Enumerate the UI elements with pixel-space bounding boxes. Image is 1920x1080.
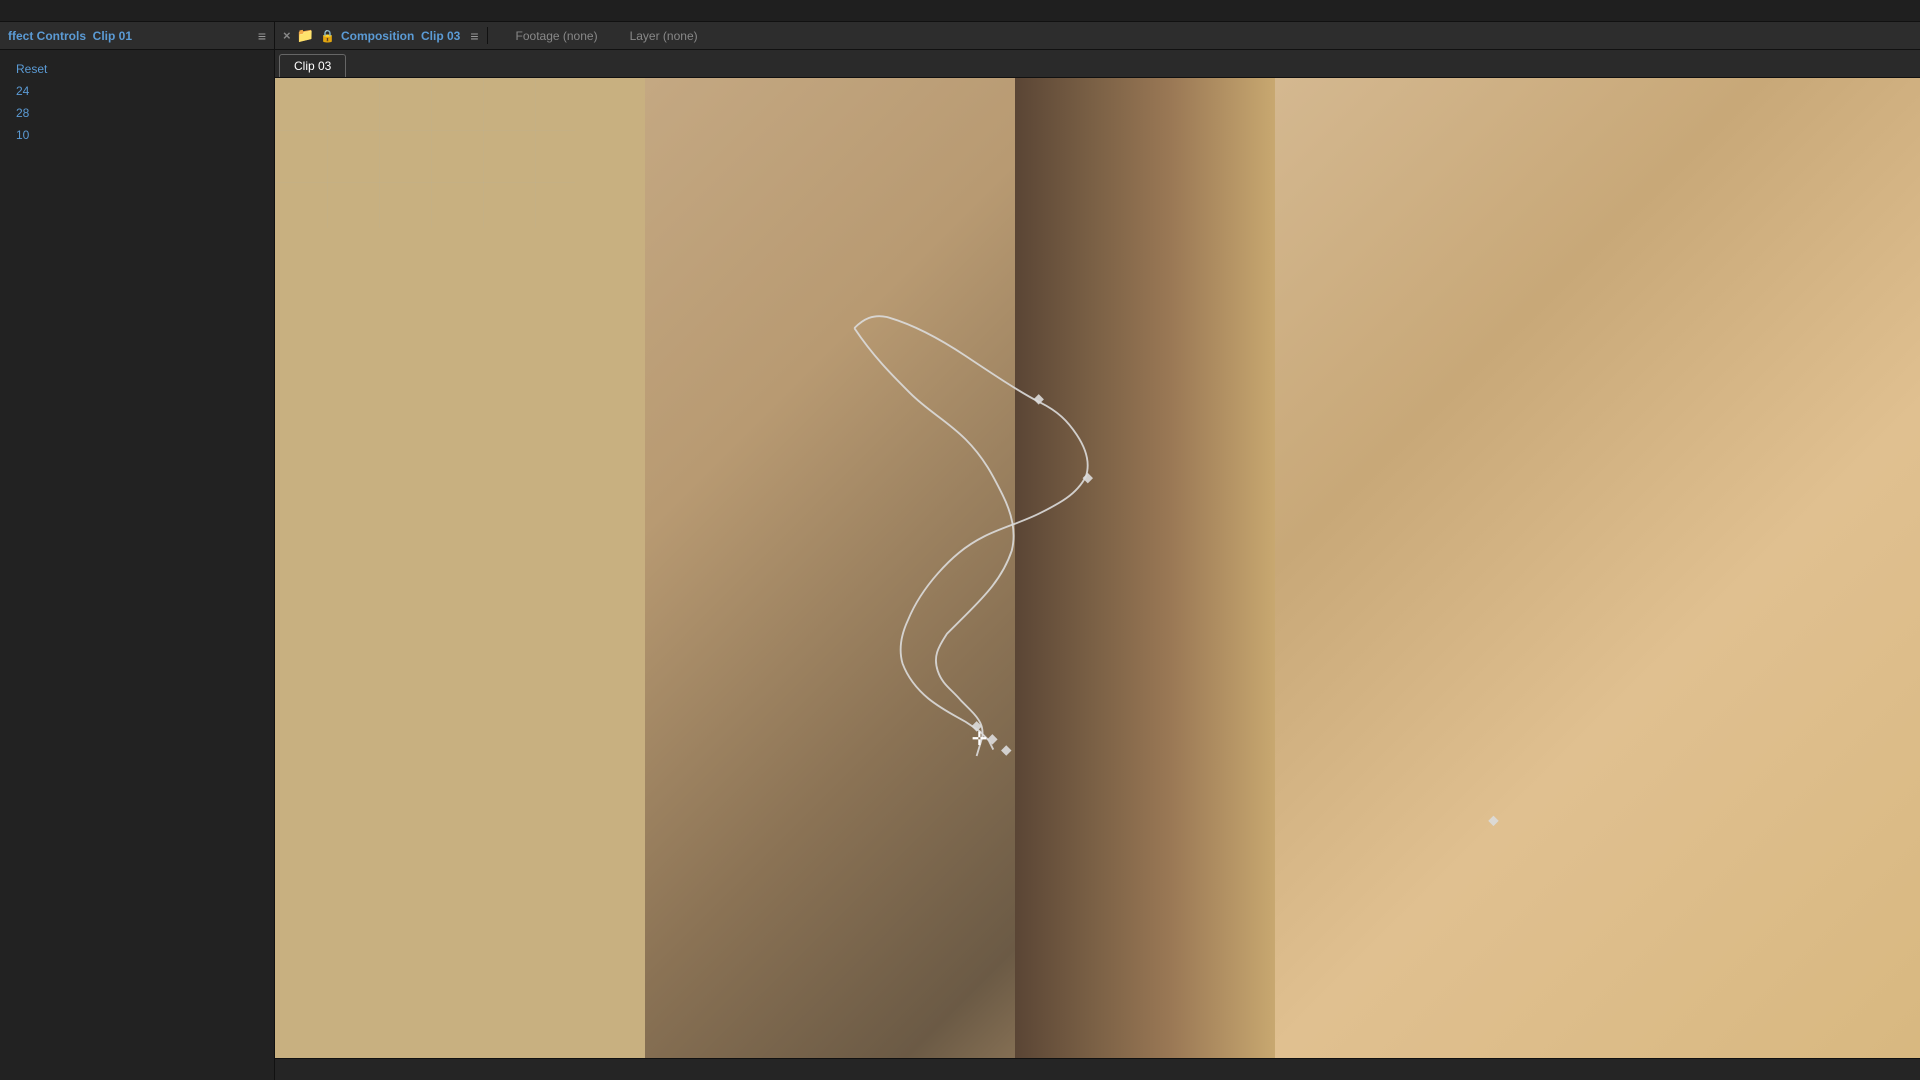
viewer-canvas: ✛ — [275, 78, 1920, 1058]
comp-header-left: × 📁 🔒 Composition Clip 03 ≡ — [275, 27, 488, 44]
effect-controls-title: ffect Controls Clip 01 — [8, 29, 132, 43]
right-panel: × 📁 🔒 Composition Clip 03 ≡ Footage (non… — [275, 22, 1920, 1080]
hair-region — [1015, 78, 1275, 1058]
footage-tab[interactable]: Footage (none) — [500, 22, 614, 50]
composition-header-tabs: Footage (none) Layer (none) — [488, 22, 1920, 50]
lock-icon: 🔒 — [320, 29, 335, 43]
face-skin — [1275, 78, 1920, 1058]
folder-icon: 📁 — [297, 27, 314, 44]
composition-header: × 📁 🔒 Composition Clip 03 ≡ Footage (non… — [275, 22, 1920, 50]
composition-menu-button[interactable]: ≡ — [470, 28, 478, 44]
effect-controls-header: ffect Controls Clip 01 ≡ — [0, 22, 274, 50]
effect-controls-menu-button[interactable]: ≡ — [258, 28, 266, 44]
effect-reset[interactable]: Reset — [0, 58, 274, 80]
sub-tab-bar: Clip 03 — [275, 50, 1920, 78]
viewer-bottom-bar — [275, 1058, 1920, 1080]
close-button[interactable]: × — [283, 28, 291, 43]
viewer-area: ✛ — [275, 78, 1920, 1058]
effect-controls-content: Reset 24 28 10 — [0, 50, 274, 1080]
main-layout: ffect Controls Clip 01 ≡ Reset 24 28 10 … — [0, 22, 1920, 1080]
effect-value-28[interactable]: 28 — [0, 102, 274, 124]
left-panel: ffect Controls Clip 01 ≡ Reset 24 28 10 — [0, 22, 275, 1080]
effect-value-10[interactable]: 10 — [0, 124, 274, 146]
bg-left-area — [275, 78, 645, 1058]
top-bar — [0, 0, 1920, 22]
composition-title: Composition Clip 03 — [341, 29, 460, 43]
layer-tab[interactable]: Layer (none) — [614, 22, 714, 50]
clip03-tab[interactable]: Clip 03 — [279, 54, 346, 77]
effect-value-24[interactable]: 24 — [0, 80, 274, 102]
face-area — [645, 78, 1920, 1058]
